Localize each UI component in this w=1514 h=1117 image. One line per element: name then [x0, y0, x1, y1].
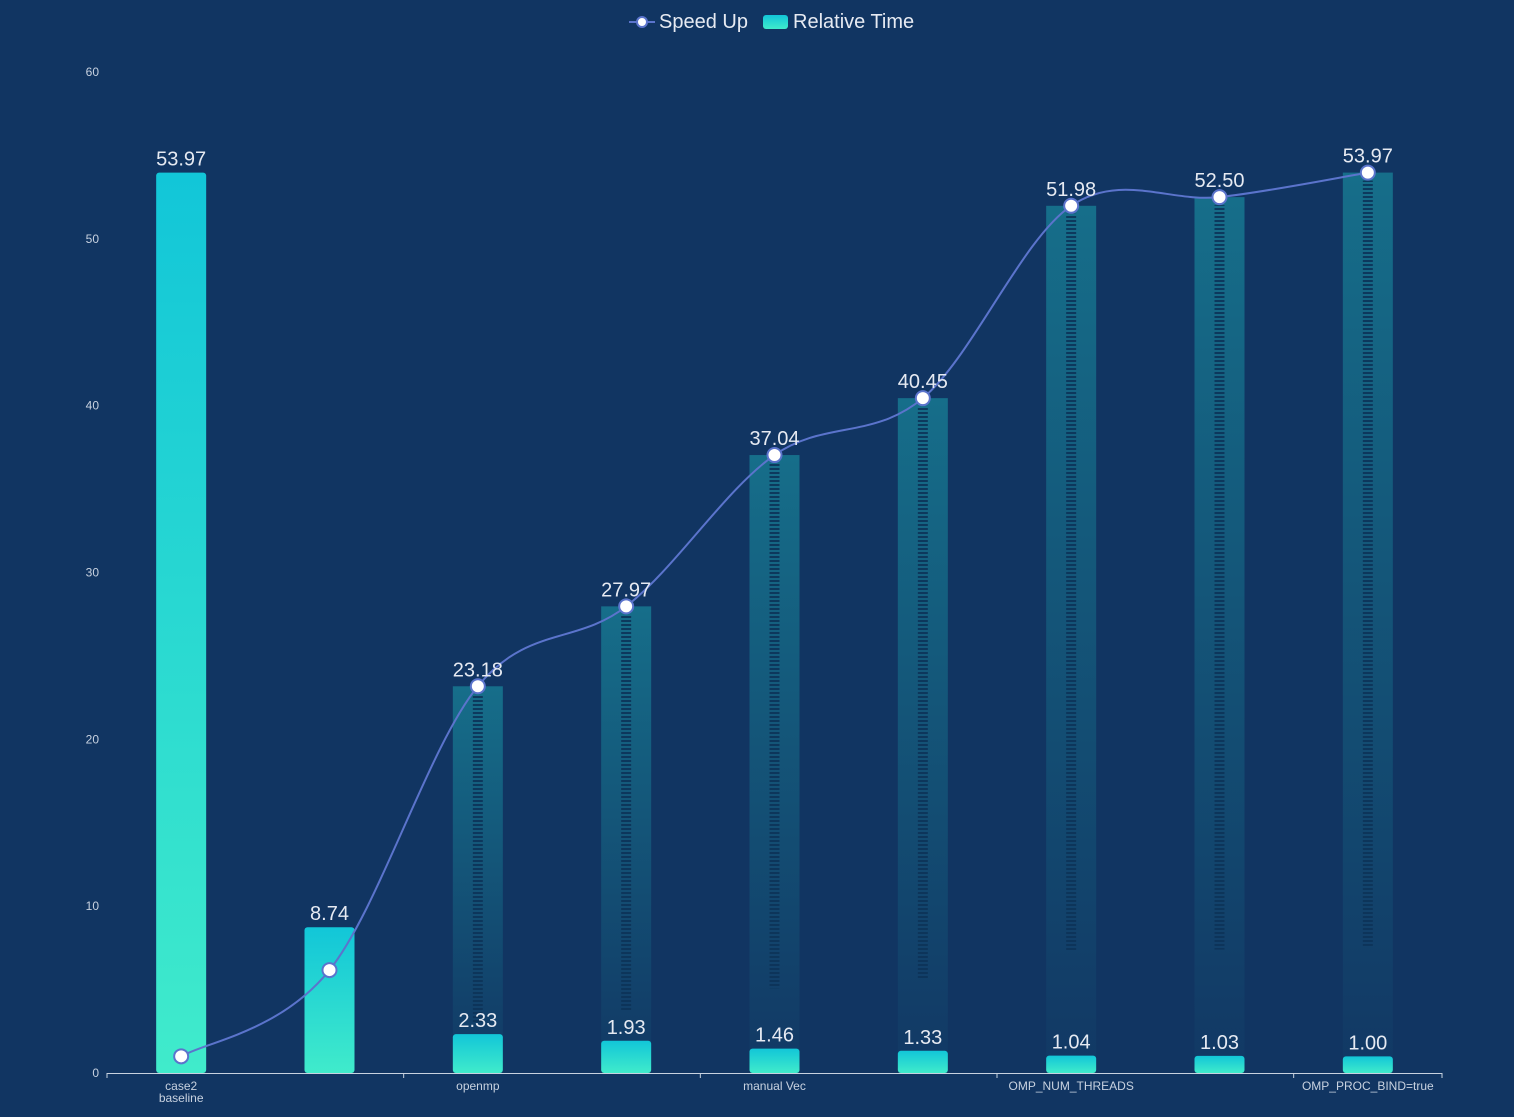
speedup-ghost-bar-stripes [621, 614, 632, 1012]
relative-time-bar [1342, 1056, 1393, 1073]
y-tick-label: 10 [86, 899, 100, 913]
speedup-ghost-bar-stripes [1362, 180, 1373, 946]
speed-up-data-label: 53.97 [1343, 146, 1393, 168]
relative-time-data-label: 53.97 [156, 149, 206, 171]
speedup-ghost-bar-stripes [1214, 205, 1225, 950]
x-tick-label: OMP_NUM_THREADS [1008, 1079, 1133, 1093]
relative-time-data-label: 1.33 [903, 1027, 942, 1049]
speed-up-data-label: 52.50 [1194, 170, 1244, 192]
speed-up-point [618, 598, 635, 615]
speed-up-point [1063, 197, 1080, 214]
speed-up-point [766, 447, 783, 464]
legend-speed-up-label: Speed Up [659, 11, 748, 33]
speed-up-data-label: 27.97 [601, 579, 651, 601]
relative-time-data-label: 1.93 [607, 1017, 646, 1039]
legend-item-speed-up[interactable]: Speed Up [629, 11, 748, 33]
relative-time-data-label: 1.04 [1052, 1032, 1091, 1054]
y-tick-label: 0 [92, 1066, 99, 1080]
y-tick-label: 40 [86, 399, 100, 413]
speed-up-data-label: 40.45 [898, 371, 948, 393]
x-tick-label: case2 baseline [159, 1079, 204, 1105]
legend-item-relative-time[interactable]: Relative Time [763, 11, 914, 33]
relative-time-bar [749, 1048, 800, 1073]
speedup-ghost-bar-stripes [472, 694, 483, 1023]
relative-time-bar [452, 1034, 503, 1073]
y-tick-label: 60 [86, 65, 100, 79]
relative-time-data-label: 1.00 [1348, 1032, 1387, 1054]
speed-up-point [914, 390, 931, 407]
relative-time-bar [1046, 1055, 1097, 1073]
relative-time-bar [601, 1040, 652, 1073]
speed-up-data-label: 37.04 [749, 428, 799, 450]
relative-time-bar [156, 172, 207, 1074]
x-tick-label: OMP_PROC_BIND=true [1302, 1079, 1434, 1093]
y-tick-label: 30 [86, 566, 100, 580]
speed-up-point [1359, 164, 1376, 181]
y-tick-label: 20 [86, 732, 100, 746]
x-axis: case2 baseline openmp manual Vec OMP_NUM_THR… [106, 1073, 1443, 1105]
relative-time-data-label: 1.03 [1200, 1032, 1239, 1054]
relative-time-data-label: 8.74 [310, 903, 349, 925]
speedup-ghost-bar-stripes [917, 406, 928, 980]
legend-speed-up-marker-icon [636, 16, 648, 28]
speed-up-data-label: 51.98 [1046, 179, 1096, 201]
y-axis: 0 10 20 30 40 50 60 [86, 65, 100, 1080]
speed-up-data-label: 23.18 [453, 659, 503, 681]
legend-relative-time-label: Relative Time [793, 11, 914, 33]
speed-up-point [1211, 189, 1228, 206]
legend-relative-time-swatch-icon [763, 15, 788, 29]
relative-time-bar [897, 1050, 948, 1073]
relative-time-bar [1194, 1055, 1245, 1073]
x-tick-label: openmp [456, 1079, 500, 1093]
x-tick-label: manual Vec [743, 1079, 806, 1093]
speedup-ghost-bars [452, 172, 1393, 1074]
speedup-ghost-bar-stripes [769, 463, 780, 989]
legend[interactable]: Speed Up Relative Time [629, 11, 914, 33]
relative-time-bar [304, 927, 355, 1073]
bar-line-chart: Speed Up Relative Time 0 10 20 30 40 50 60 cas… [86, 11, 1443, 1105]
speed-up-point [469, 678, 486, 695]
speed-up-point [321, 962, 338, 979]
chart-container: Speed Up Relative Time 0 10 20 30 40 50 60 cas… [0, 0, 1514, 1112]
relative-time-data-label: 1.46 [755, 1025, 794, 1047]
relative-time-data-label: 2.33 [458, 1010, 497, 1032]
speed-up-point [173, 1048, 190, 1065]
speedup-ghost-bar-stripes [1066, 213, 1077, 951]
y-tick-label: 50 [86, 232, 100, 246]
